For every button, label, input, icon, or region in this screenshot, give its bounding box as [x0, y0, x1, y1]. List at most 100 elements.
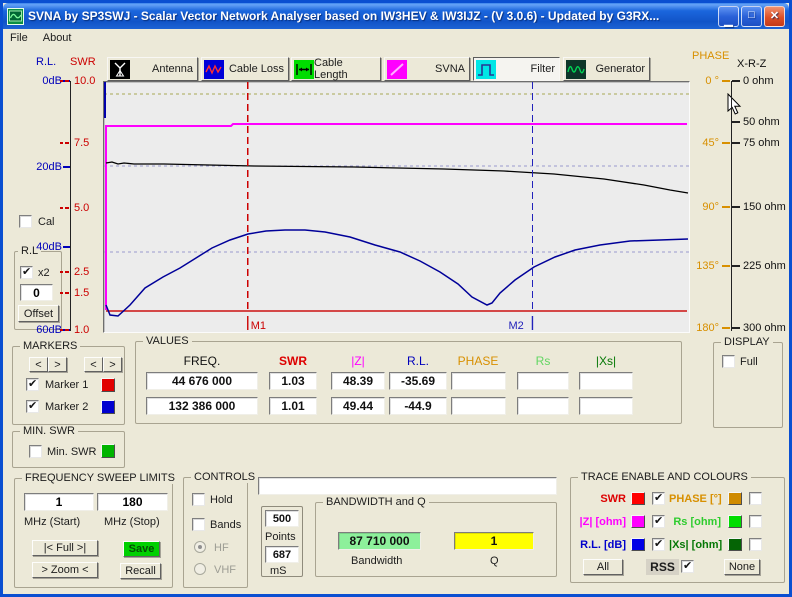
phase-axis-tick	[722, 206, 730, 208]
ohm-axis-tick-label: 0 ohm	[743, 75, 791, 87]
left-axis-line	[70, 81, 71, 331]
bands-label: Bands	[210, 519, 241, 531]
tab-generator[interactable]: Generator	[563, 57, 650, 81]
command-input[interactable]	[258, 477, 557, 495]
trace-checkbox[interactable]	[749, 492, 762, 505]
title-bar[interactable]: SVNA by SP3SWJ - Scalar Vector Network A…	[3, 3, 789, 29]
marker2-prev-button[interactable]: <	[84, 357, 103, 372]
marker2-next-button[interactable]: >	[103, 357, 122, 372]
values-cell	[579, 397, 633, 415]
swr-axis-tick-label: 5.0	[74, 202, 104, 214]
phase-axis-tick-label: 45°	[687, 137, 719, 149]
marker1-checkbox[interactable]	[26, 378, 39, 391]
marker2-label: Marker 2	[45, 401, 88, 413]
tab-cable-loss[interactable]: Cable Loss	[201, 57, 289, 81]
tab-label: Cable Loss	[229, 63, 284, 75]
rl-axis-tick	[63, 166, 70, 168]
q-label: Q	[490, 555, 499, 567]
hold-checkbox[interactable]	[192, 493, 205, 506]
menu-file[interactable]: File	[3, 31, 36, 45]
values-column-header: |Xs|	[574, 354, 638, 367]
hf-radio	[194, 541, 206, 553]
rl-trace	[106, 230, 688, 316]
values-cell: 44 676 000	[146, 372, 258, 390]
swr-axis-tick	[60, 329, 69, 331]
trace-checkbox[interactable]	[652, 492, 665, 505]
swr-axis-tick-label: 2.5	[74, 266, 104, 278]
tab-label: SVNA	[435, 63, 465, 75]
zoom-button[interactable]: > Zoom <	[32, 562, 98, 578]
full-span-button[interactable]: |< Full >|	[32, 540, 98, 556]
ms-value: 687	[265, 546, 299, 563]
values-column-header: SWR	[261, 354, 325, 367]
bandwidth-label: Bandwidth	[351, 555, 402, 567]
recall-button[interactable]: Recall	[120, 563, 161, 579]
values-cell: 132 386 000	[146, 397, 258, 415]
antenna-icon	[110, 60, 130, 79]
freq-stop-input[interactable]	[97, 493, 168, 511]
tab-antenna[interactable]: Antenna	[107, 57, 198, 81]
ohm-axis-tick	[732, 142, 740, 144]
full-label: Full	[740, 356, 758, 368]
cable-length-icon	[294, 60, 314, 79]
ohm-axis-tick	[732, 327, 740, 329]
offset-button[interactable]: Offset	[18, 305, 59, 322]
vhf-radio	[194, 563, 206, 575]
phase-axis-tick-label: 180°	[687, 322, 719, 334]
values-cell	[517, 397, 569, 415]
save-button[interactable]: Save	[123, 541, 160, 557]
bandwidth-q-group-title: BANDWIDTH and Q	[323, 496, 429, 508]
ohm-axis-tick	[732, 121, 740, 123]
rl-axis-title: R.L.	[36, 56, 56, 68]
trace-label: R.L. [dB]	[571, 539, 626, 552]
menu-about[interactable]: About	[36, 31, 80, 45]
maximize-button[interactable]: □	[741, 6, 762, 27]
marker2-checkbox[interactable]	[26, 400, 39, 413]
hold-label: Hold	[210, 494, 233, 506]
trace-checkbox[interactable]	[749, 538, 762, 551]
close-button[interactable]: ✕	[764, 6, 785, 27]
chart-plot-area[interactable]: M1M2	[103, 81, 690, 333]
marker1-next-button[interactable]: >	[48, 357, 67, 372]
trace-checkbox[interactable]	[652, 538, 665, 551]
maximize-icon: □	[748, 9, 755, 21]
swr-axis-tick	[60, 292, 69, 294]
cable-loss-icon	[204, 60, 224, 79]
freq-start-input[interactable]	[24, 493, 94, 511]
trace-checkbox[interactable]	[749, 515, 762, 528]
all-button[interactable]: All	[583, 559, 623, 575]
marker1-color-swatch	[101, 378, 115, 392]
offset-input[interactable]	[20, 284, 53, 301]
menu-bar: File About	[3, 29, 789, 47]
values-cell: -35.69	[389, 372, 447, 390]
mouse-cursor	[727, 93, 742, 116]
rss-checkbox[interactable]	[681, 560, 694, 573]
bands-checkbox[interactable]	[192, 518, 205, 531]
phase-axis-tick-label: 0 °	[687, 75, 719, 87]
swr-axis-tick-label: 1.0	[74, 324, 104, 336]
marker1-prev-button[interactable]: <	[29, 357, 48, 372]
values-cell: 49.44	[331, 397, 385, 415]
M1-marker-label: M1	[251, 320, 266, 332]
display-group-title: DISPLAY	[721, 336, 773, 348]
swr-axis-tick-label: 1.5	[74, 287, 104, 299]
tab-cable-length[interactable]: Cable Length	[291, 57, 381, 81]
cal-checkbox[interactable]	[19, 215, 32, 228]
rl-offset-group: R.L x2 Offset	[14, 251, 62, 330]
ohm-axis-tick-label: 50 ohm	[743, 116, 791, 128]
app-icon	[7, 8, 24, 25]
trace-label: SWR	[571, 493, 626, 506]
full-checkbox[interactable]	[722, 355, 735, 368]
min-swr-checkbox[interactable]	[29, 445, 42, 458]
tab-filter[interactable]: Filter	[473, 57, 560, 81]
ohm-axis-tick	[732, 80, 740, 82]
x2-checkbox[interactable]	[20, 266, 33, 279]
tab-label: Generator	[595, 63, 645, 75]
tab-svna[interactable]: SVNA	[384, 57, 470, 81]
app-window: SVNA by SP3SWJ - Scalar Vector Network A…	[0, 0, 792, 597]
trace-checkbox[interactable]	[652, 515, 665, 528]
minimize-button[interactable]: ▁	[718, 6, 739, 27]
rss-label: RSS	[646, 559, 679, 575]
none-button[interactable]: None	[724, 559, 760, 575]
trace-enable-group: TRACE ENABLE AND COLOURS All RSS None SW…	[570, 477, 785, 583]
